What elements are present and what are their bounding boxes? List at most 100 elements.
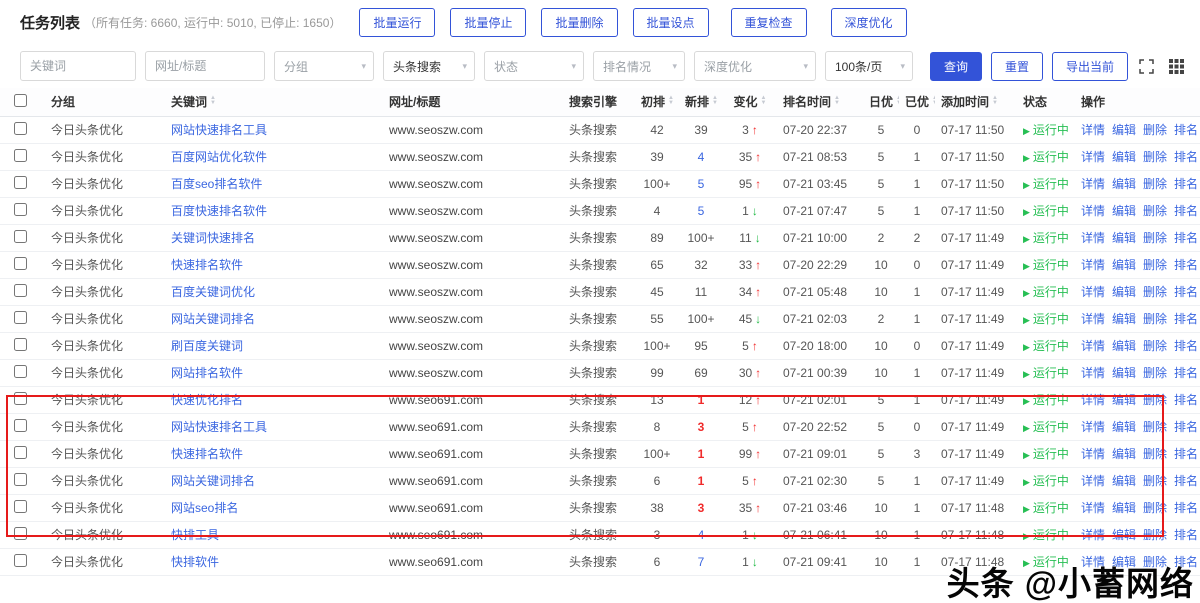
- action-rank[interactable]: 排名: [1174, 204, 1198, 218]
- action-edit[interactable]: 编辑: [1112, 474, 1136, 488]
- action-rank[interactable]: 排名: [1174, 285, 1198, 299]
- action-delete[interactable]: 删除: [1143, 366, 1167, 380]
- action-detail[interactable]: 详情: [1081, 123, 1105, 137]
- action-rank[interactable]: 排名: [1174, 447, 1198, 461]
- action-edit[interactable]: 编辑: [1112, 528, 1136, 542]
- keyword-link[interactable]: 刷百度关键词: [171, 339, 243, 353]
- column-header-9[interactable]: 日优 ▲ ▼: [863, 88, 899, 117]
- export-current-button[interactable]: 导出当前: [1052, 51, 1129, 81]
- batch-button-6[interactable]: 深度优化: [830, 7, 907, 37]
- column-header-10[interactable]: 已优 ▲ ▼: [899, 88, 935, 117]
- row-checkbox[interactable]: [14, 472, 27, 486]
- action-rank[interactable]: 排名: [1174, 231, 1198, 245]
- row-checkbox[interactable]: [14, 256, 27, 270]
- column-header-11[interactable]: 添加时间 ▲ ▼: [935, 88, 1017, 117]
- action-detail[interactable]: 详情: [1081, 150, 1105, 164]
- keyword-link[interactable]: 快速排名软件: [171, 258, 243, 272]
- status-select[interactable]: 状态 ▾: [484, 51, 584, 81]
- action-edit[interactable]: 编辑: [1112, 366, 1136, 380]
- url-input[interactable]: [145, 51, 265, 81]
- deep-optimize-select[interactable]: 深度优化 ▾: [694, 51, 816, 81]
- reset-button[interactable]: 重置: [991, 51, 1044, 81]
- fullscreen-icon[interactable]: [1139, 58, 1154, 74]
- row-checkbox[interactable]: [14, 121, 27, 135]
- action-rank[interactable]: 排名: [1174, 393, 1198, 407]
- row-checkbox[interactable]: [14, 445, 27, 459]
- rank-status-select[interactable]: 排名情况 ▾: [593, 51, 685, 81]
- keyword-link[interactable]: 网站快速排名工具: [171, 123, 267, 137]
- action-detail[interactable]: 详情: [1081, 231, 1105, 245]
- grid-icon[interactable]: [1169, 58, 1184, 74]
- action-edit[interactable]: 编辑: [1112, 285, 1136, 299]
- column-header-5[interactable]: 初排 ▲ ▼: [635, 88, 679, 117]
- row-checkbox[interactable]: [14, 553, 27, 567]
- action-rank[interactable]: 排名: [1174, 420, 1198, 434]
- batch-button-3[interactable]: 批量删除: [541, 7, 618, 37]
- action-delete[interactable]: 删除: [1143, 204, 1167, 218]
- action-delete[interactable]: 删除: [1143, 150, 1167, 164]
- action-edit[interactable]: 编辑: [1112, 501, 1136, 515]
- action-rank[interactable]: 排名: [1174, 528, 1198, 542]
- action-edit[interactable]: 编辑: [1112, 204, 1136, 218]
- action-detail[interactable]: 详情: [1081, 474, 1105, 488]
- action-edit[interactable]: 编辑: [1112, 393, 1136, 407]
- action-rank[interactable]: 排名: [1174, 258, 1198, 272]
- action-edit[interactable]: 编辑: [1112, 339, 1136, 353]
- batch-button-4[interactable]: 批量设点: [632, 7, 709, 37]
- keyword-link[interactable]: 网站seo排名: [171, 501, 238, 515]
- action-delete[interactable]: 删除: [1143, 528, 1167, 542]
- query-button[interactable]: 查询: [930, 51, 983, 81]
- keyword-link[interactable]: 快速排名软件: [171, 447, 243, 461]
- action-detail[interactable]: 详情: [1081, 339, 1105, 353]
- keyword-link[interactable]: 百度网站优化软件: [171, 150, 267, 164]
- action-delete[interactable]: 删除: [1143, 420, 1167, 434]
- row-checkbox[interactable]: [14, 418, 27, 432]
- action-delete[interactable]: 删除: [1143, 447, 1167, 461]
- row-checkbox[interactable]: [14, 499, 27, 513]
- action-edit[interactable]: 编辑: [1112, 447, 1136, 461]
- row-checkbox[interactable]: [14, 364, 27, 378]
- select-all-checkbox[interactable]: [14, 93, 27, 107]
- action-rank[interactable]: 排名: [1174, 474, 1198, 488]
- keyword-input[interactable]: [20, 51, 136, 81]
- action-detail[interactable]: 详情: [1081, 177, 1105, 191]
- action-detail[interactable]: 详情: [1081, 366, 1105, 380]
- action-rank[interactable]: 排名: [1174, 312, 1198, 326]
- action-edit[interactable]: 编辑: [1112, 312, 1136, 326]
- engine-select[interactable]: 头条搜索 ▾: [383, 51, 475, 81]
- keyword-link[interactable]: 快排软件: [171, 555, 219, 569]
- row-checkbox[interactable]: [14, 175, 27, 189]
- action-detail[interactable]: 详情: [1081, 393, 1105, 407]
- row-checkbox[interactable]: [14, 526, 27, 540]
- action-rank[interactable]: 排名: [1174, 366, 1198, 380]
- keyword-link[interactable]: 百度快速排名软件: [171, 204, 267, 218]
- row-checkbox[interactable]: [14, 148, 27, 162]
- action-delete[interactable]: 删除: [1143, 339, 1167, 353]
- column-header-2[interactable]: 关键词 ▲ ▼: [165, 88, 383, 117]
- batch-button-5[interactable]: 重复检查: [730, 7, 807, 37]
- keyword-link[interactable]: 百度关键词优化: [171, 285, 255, 299]
- action-edit[interactable]: 编辑: [1112, 177, 1136, 191]
- row-checkbox[interactable]: [14, 310, 27, 324]
- action-rank[interactable]: 排名: [1174, 339, 1198, 353]
- action-detail[interactable]: 详情: [1081, 528, 1105, 542]
- action-edit[interactable]: 编辑: [1112, 258, 1136, 272]
- action-detail[interactable]: 详情: [1081, 285, 1105, 299]
- batch-button-1[interactable]: 批量运行: [359, 7, 436, 37]
- batch-button-2[interactable]: 批量停止: [450, 7, 527, 37]
- row-checkbox[interactable]: [14, 283, 27, 297]
- row-checkbox[interactable]: [14, 337, 27, 351]
- keyword-link[interactable]: 快速优化排名: [171, 393, 243, 407]
- action-edit[interactable]: 编辑: [1112, 150, 1136, 164]
- action-rank[interactable]: 排名: [1174, 177, 1198, 191]
- action-detail[interactable]: 详情: [1081, 312, 1105, 326]
- column-header-6[interactable]: 新排 ▲ ▼: [679, 88, 723, 117]
- keyword-link[interactable]: 网站关键词排名: [171, 312, 255, 326]
- page-size-select[interactable]: 100条/页 ▾: [825, 51, 913, 81]
- action-detail[interactable]: 详情: [1081, 501, 1105, 515]
- action-detail[interactable]: 详情: [1081, 258, 1105, 272]
- action-detail[interactable]: 详情: [1081, 420, 1105, 434]
- action-delete[interactable]: 删除: [1143, 501, 1167, 515]
- action-edit[interactable]: 编辑: [1112, 420, 1136, 434]
- action-delete[interactable]: 删除: [1143, 312, 1167, 326]
